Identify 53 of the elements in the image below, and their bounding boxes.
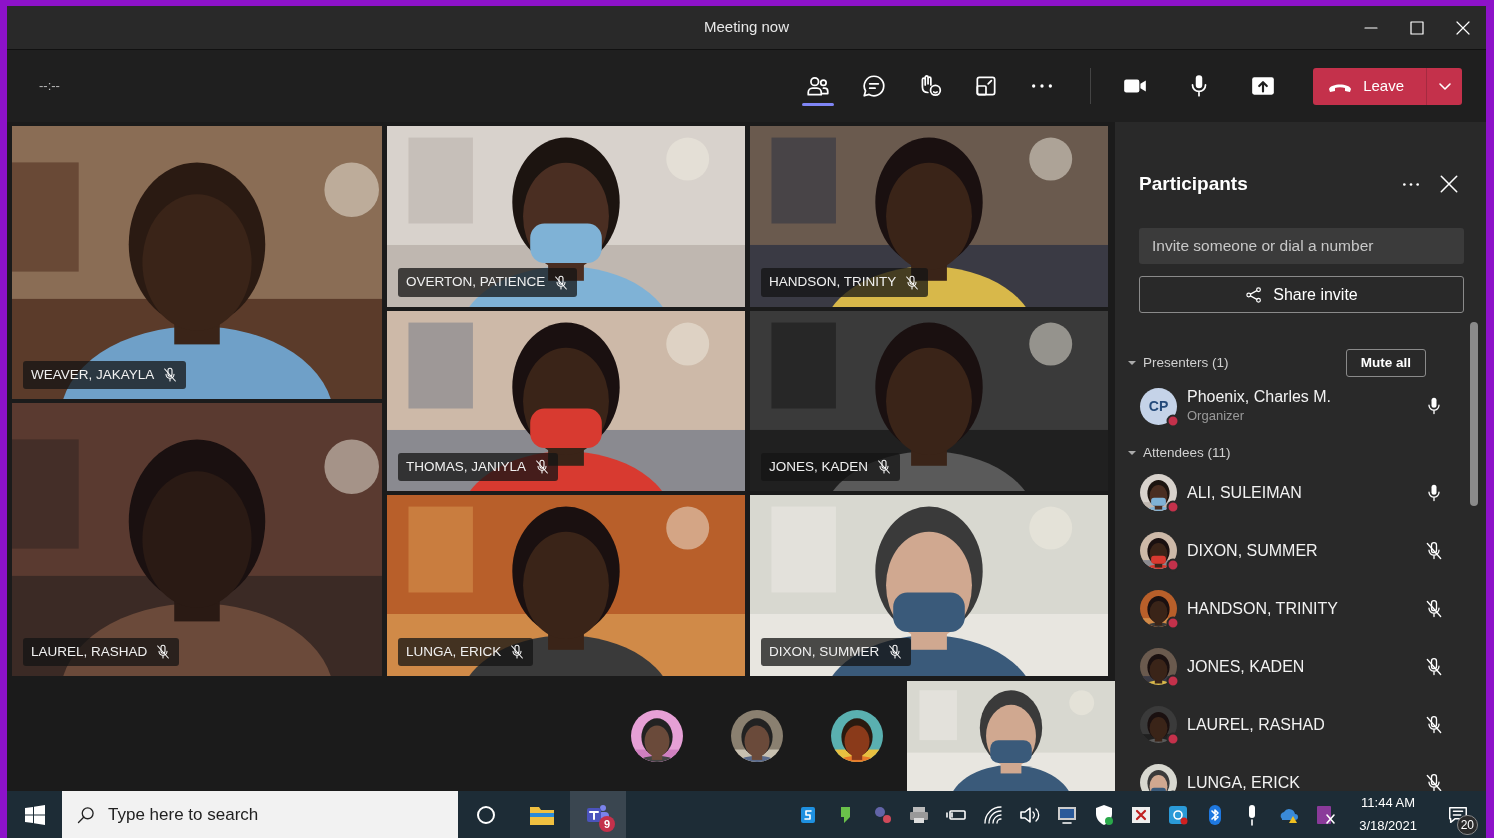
participant-name: LUNGA, ERICK [406, 642, 502, 661]
participant-name: HANDSON, TRINITY [1187, 598, 1338, 619]
clock-time: 11:44 AM [1360, 794, 1417, 813]
participant-role: Organizer [1187, 407, 1246, 426]
busy-status-icon [1166, 732, 1180, 746]
circle-icon [476, 804, 496, 825]
more-icon [1032, 84, 1053, 88]
search-field[interactable]: Type here to search [62, 791, 458, 838]
participant-name: WEAVER, JAKAYLA [31, 365, 155, 384]
clock-date: 3/18/2021 [1359, 816, 1417, 835]
close-icon [1440, 175, 1458, 193]
notification-count: 20 [1456, 814, 1478, 835]
busy-status-icon [1166, 413, 1180, 428]
busy-status-icon [1166, 674, 1180, 688]
share-icon [1245, 285, 1264, 304]
invite-field[interactable]: Invite someone or dial a number [1139, 228, 1464, 264]
maximize-icon [1410, 21, 1424, 35]
participant-name: OVERTON, PATIENCE [406, 273, 546, 292]
participant-name: Phoenix, Charles M. [1187, 386, 1332, 407]
avatar: CP [1140, 387, 1177, 425]
group-heading: Presenters (1) [1143, 354, 1229, 372]
window-title: Meeting now [703, 17, 790, 38]
notification-count: 9 [599, 816, 615, 832]
caret-icon [1128, 449, 1136, 458]
share-invite-button[interactable]: Share invite [1139, 276, 1464, 313]
close-icon [1456, 21, 1470, 35]
more-icon [1403, 182, 1419, 186]
chat-icon [861, 73, 888, 99]
leave-options-button[interactable] [1426, 67, 1462, 105]
participant-name: ALI, SULEIMAN [1187, 482, 1302, 503]
participant-name: DIXON, SUMMER [1187, 540, 1318, 561]
windows-logo-icon [24, 804, 45, 825]
caret-icon [1128, 359, 1136, 368]
busy-status-icon [1166, 500, 1180, 514]
participant-name: LAUREL, RASHAD [1187, 714, 1325, 735]
participant-name: THOMAS, JANIYLA [406, 458, 527, 477]
participant-name: JONES, KADEN [769, 458, 869, 477]
teams-button[interactable]: 9 [570, 791, 626, 838]
leave-button[interactable]: Leave [1313, 67, 1426, 105]
participant-name: HANDSON, TRINITY [769, 273, 897, 292]
group-heading: Attendees (11) [1143, 444, 1231, 463]
scrollbar[interactable] [1470, 322, 1478, 506]
search-icon [76, 805, 96, 825]
panel-title: Participants [1139, 171, 1248, 196]
meeting-timer: --:-- [39, 77, 60, 96]
participant-name: DIXON, SUMMER [769, 642, 880, 661]
participant-name: LAUREL, RASHAD [31, 642, 148, 661]
mute-all-button[interactable]: Mute all [1345, 349, 1426, 378]
busy-status-icon [1166, 616, 1180, 630]
participant-name: LUNGA, ERICK [1187, 772, 1300, 791]
participant-name: JONES, KADEN [1187, 656, 1305, 677]
action-center-button[interactable]: 20 [1438, 794, 1478, 835]
busy-status-icon [1166, 558, 1180, 572]
